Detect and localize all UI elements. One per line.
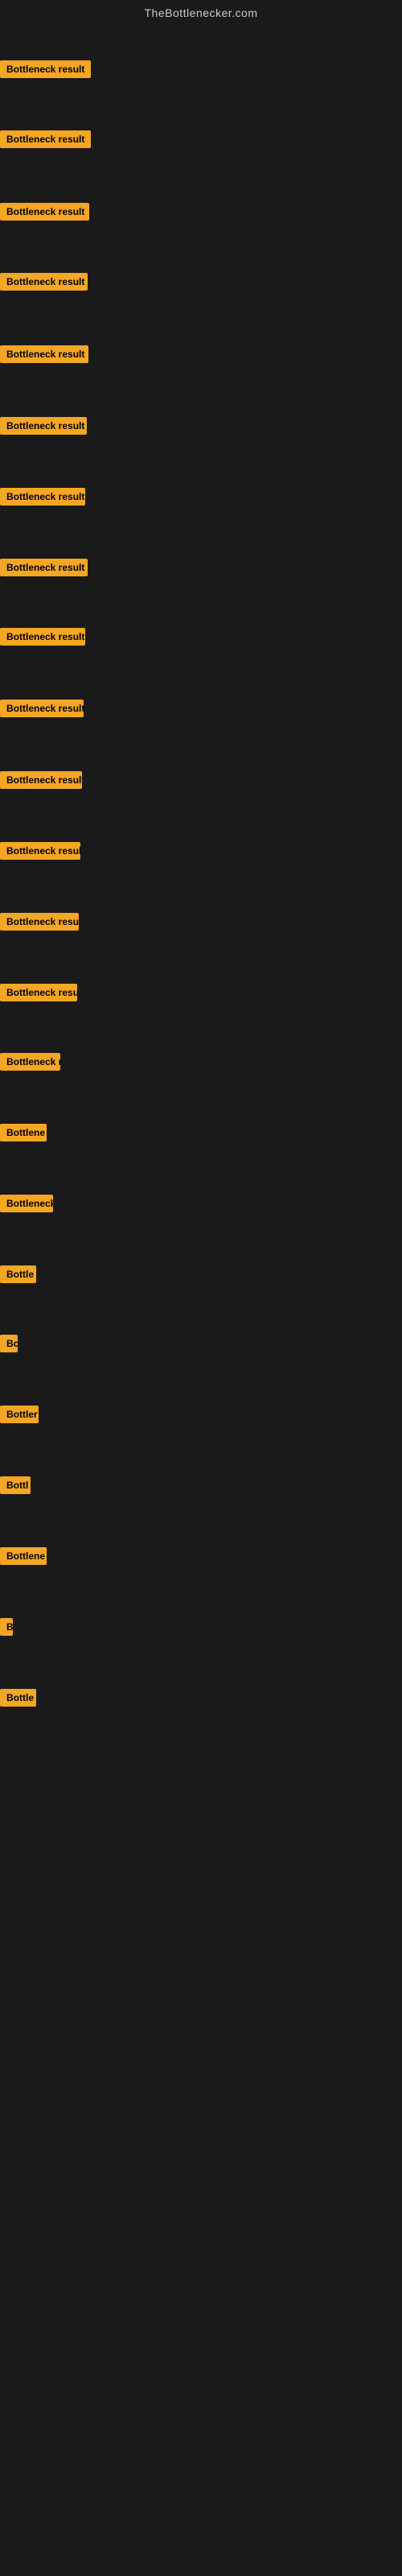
bottleneck-result-item[interactable]: Bottleneck result xyxy=(0,417,87,439)
bottleneck-badge: Bo xyxy=(0,1335,18,1352)
bottleneck-badge: Bottleneck result xyxy=(0,842,80,860)
bottleneck-result-item[interactable]: Bottleneck result xyxy=(0,842,80,864)
bottleneck-result-item[interactable]: Bottleneck result xyxy=(0,130,91,152)
bottleneck-badge: Bottleneck result xyxy=(0,203,89,221)
bottleneck-badge: Bottleneck result xyxy=(0,984,77,1001)
bottleneck-result-item[interactable]: Bottler xyxy=(0,1406,39,1427)
bottleneck-badge: Bottleneck result xyxy=(0,60,91,78)
bottleneck-result-item[interactable]: Bottleneck xyxy=(0,1195,53,1216)
bottleneck-badge: Bottleneck result xyxy=(0,345,88,363)
bottleneck-result-item[interactable]: Bottleneck result xyxy=(0,488,85,510)
bottleneck-badge: Bottlene xyxy=(0,1124,47,1141)
bottleneck-badge: Bottleneck result xyxy=(0,559,88,576)
bottleneck-badge: Bottleneck result xyxy=(0,700,84,717)
bottleneck-badge: Bottleneck result xyxy=(0,417,87,435)
site-title: TheBottlenecker.com xyxy=(0,0,402,23)
bottleneck-result-item[interactable]: Bottleneck r xyxy=(0,1053,60,1075)
bottleneck-result-item[interactable]: Bottleneck result xyxy=(0,913,79,935)
bottleneck-result-item[interactable]: Bottleneck result xyxy=(0,628,85,650)
bottleneck-result-item[interactable]: Bottleneck result xyxy=(0,203,89,225)
bottleneck-badge: Bottleneck result xyxy=(0,771,82,789)
bottleneck-badge: Bottlene xyxy=(0,1547,47,1565)
bottleneck-badge: B xyxy=(0,1618,13,1636)
bottleneck-result-item[interactable]: Bottleneck result xyxy=(0,700,84,721)
bottleneck-result-item[interactable]: Bottlene xyxy=(0,1547,47,1569)
bottleneck-badge: Bottleneck result xyxy=(0,488,85,506)
bottleneck-result-item[interactable]: Bottleneck result xyxy=(0,273,88,295)
bottleneck-result-item[interactable]: Bo xyxy=(0,1335,18,1356)
bottleneck-result-item[interactable]: Bottleneck result xyxy=(0,771,82,793)
bottleneck-badge: Bottleneck result xyxy=(0,913,79,931)
bottleneck-result-item[interactable]: B xyxy=(0,1618,13,1640)
bottleneck-badge: Bottleneck result xyxy=(0,273,88,291)
bottleneck-result-item[interactable]: Bottleneck result xyxy=(0,559,88,580)
bottleneck-result-item[interactable]: Bottleneck result xyxy=(0,60,91,82)
bottleneck-badge: Bottle xyxy=(0,1689,36,1707)
bottleneck-result-item[interactable]: Bottlene xyxy=(0,1124,47,1146)
bottleneck-badge: Bottl xyxy=(0,1476,31,1494)
bottleneck-badge: Bottleneck xyxy=(0,1195,53,1212)
bottleneck-badge: Bottle xyxy=(0,1265,36,1283)
bottleneck-result-item[interactable]: Bottle xyxy=(0,1265,36,1287)
bottleneck-badge: Bottleneck result xyxy=(0,130,91,148)
bottleneck-badge: Bottleneck result xyxy=(0,628,85,646)
bottleneck-badge: Bottler xyxy=(0,1406,39,1423)
bottleneck-result-item[interactable]: Bottl xyxy=(0,1476,31,1498)
bottleneck-result-item[interactable]: Bottleneck result xyxy=(0,984,77,1005)
bottleneck-result-item[interactable]: Bottleneck result xyxy=(0,345,88,367)
bottleneck-badge: Bottleneck r xyxy=(0,1053,60,1071)
bottleneck-result-item[interactable]: Bottle xyxy=(0,1689,36,1711)
